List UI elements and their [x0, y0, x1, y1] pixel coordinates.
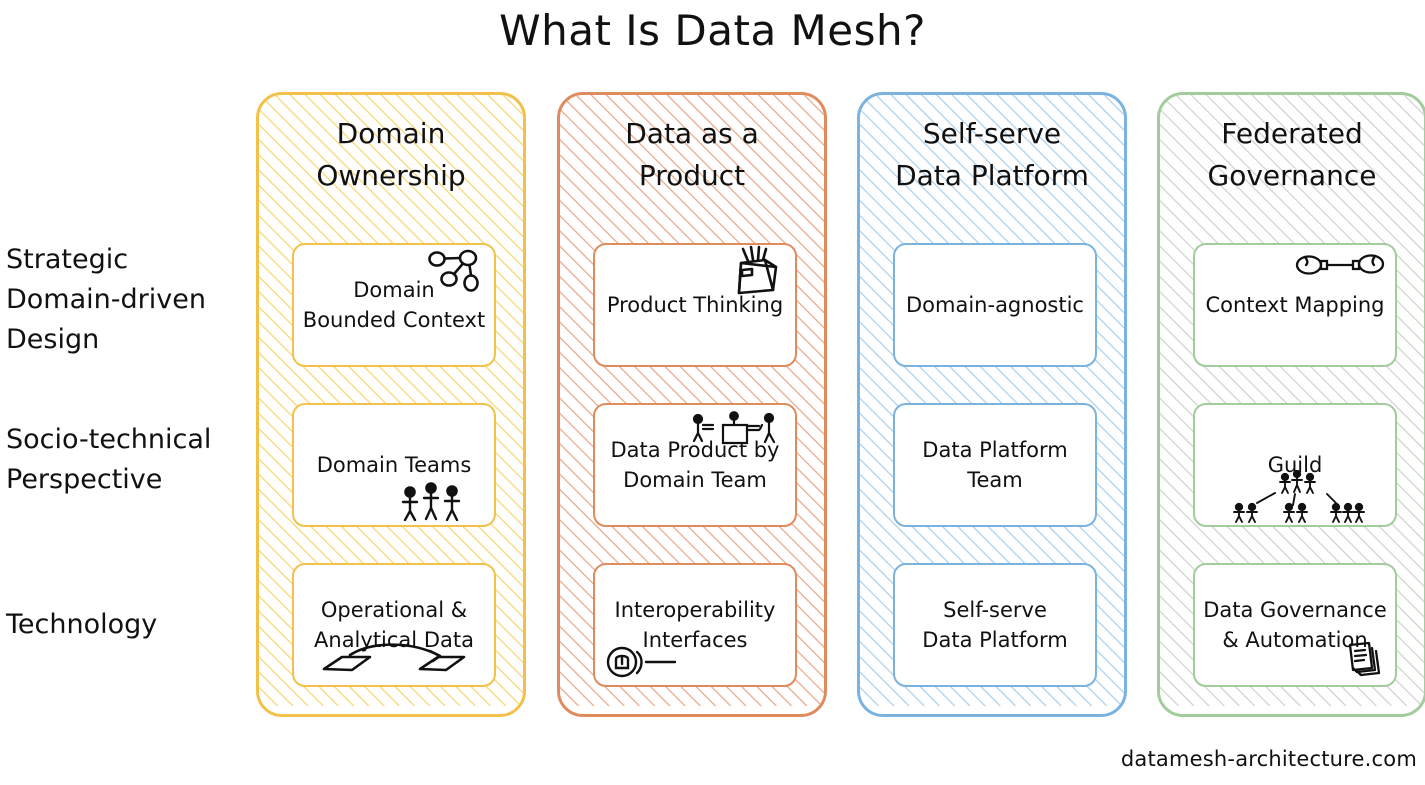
page-title: What Is Data Mesh?	[499, 6, 926, 55]
column-federated-governance[interactable]: Federated Governance Context Mapping Gui…	[1157, 92, 1425, 717]
row-label-technology: Technology	[6, 609, 158, 640]
row-label-socio-technical-perspective: Socio-technical Perspective	[6, 424, 212, 495]
card-label: Operational & Analytical Data	[314, 598, 474, 652]
card-label: Product Thinking	[606, 293, 784, 317]
row-label-strategic-domain-driven-design: Strategic Domain-driven Design	[6, 244, 206, 355]
card-product-thinking[interactable]: Product Thinking	[593, 243, 797, 367]
column-self-serve-data-platform[interactable]: Self-serve Data Platform Domain-agnostic…	[857, 92, 1127, 717]
card-operational-analytical-data[interactable]: Operational & Analytical Data	[292, 563, 496, 687]
card-interoperability-interfaces[interactable]: Interoperability Interfaces	[593, 563, 797, 687]
card-domain-teams[interactable]: Domain Teams	[292, 403, 496, 527]
card-label: Domain Bounded Context	[302, 278, 486, 332]
footer-attribution: datamesh-architecture.com	[1120, 747, 1417, 771]
card-label: Data Product by Domain Team	[610, 438, 780, 492]
card-domain-agnostic[interactable]: Domain-agnostic	[893, 243, 1097, 367]
card-label: Domain-agnostic	[906, 293, 1084, 317]
card-label: Guild	[1267, 453, 1323, 477]
card-domain-bounded-context[interactable]: Domain Bounded Context	[292, 243, 496, 367]
card-label: Self-serve Data Platform	[922, 598, 1068, 652]
card-label: Context Mapping	[1205, 293, 1385, 317]
three-people-icon	[401, 482, 461, 521]
card-guild[interactable]: Guild	[1193, 403, 1397, 527]
context-link-icon	[1295, 254, 1385, 275]
column-data-as-a-product[interactable]: Data as a Product Product Thinking Data …	[557, 92, 827, 717]
column-header-self-serve-data-platform: Self-serve Data Platform	[895, 117, 1089, 192]
column-header-data-as-a-product: Data as a Product	[625, 117, 759, 192]
column-domain-ownership[interactable]: Domain Ownership Domain Bounded Context …	[256, 92, 526, 717]
card-label: Data Platform Team	[922, 438, 1068, 492]
card-label: Interoperability Interfaces	[614, 598, 776, 652]
card-context-mapping[interactable]: Context Mapping	[1193, 243, 1397, 367]
column-header-domain-ownership: Domain Ownership	[316, 117, 466, 192]
card-data-product-by-domain-team[interactable]: Data Product by Domain Team	[593, 403, 797, 527]
card-data-governance-automation[interactable]: Data Governance & Automation	[1193, 563, 1397, 687]
card-data-platform-team[interactable]: Data Platform Team	[893, 403, 1097, 527]
data-mesh-diagram: What Is Data Mesh? Strategic Domain-driv…	[0, 0, 1425, 785]
card-label: Data Governance & Automation	[1203, 598, 1387, 652]
column-header-federated-governance: Federated Governance	[1207, 117, 1377, 192]
card-label: Domain Teams	[316, 453, 472, 477]
card-self-serve-data-platform[interactable]: Self-serve Data Platform	[893, 563, 1097, 687]
